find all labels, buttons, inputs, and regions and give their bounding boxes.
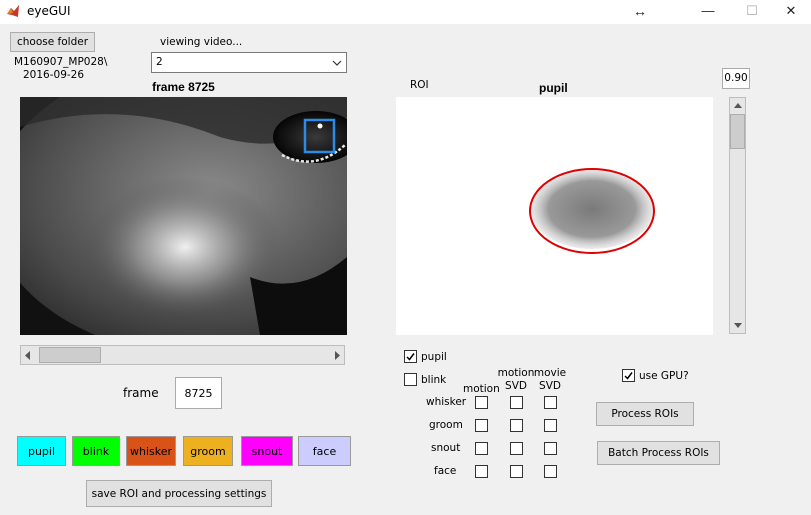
blink-roi-button[interactable]: blink — [72, 436, 120, 466]
choose-folder-button[interactable]: choose folder — [10, 32, 95, 52]
use-gpu-checkbox[interactable] — [622, 369, 635, 382]
slider-right-arrow-icon[interactable] — [335, 351, 341, 360]
folder-path-label: M160907_MP028\ — [14, 56, 108, 68]
snout-motion-checkbox[interactable] — [475, 442, 488, 455]
whisker-row-label: whisker — [426, 396, 467, 408]
slider-thumb[interactable] — [39, 347, 101, 363]
groom-roi-button[interactable]: groom — [183, 436, 233, 466]
face-motion-svd-checkbox[interactable] — [510, 465, 523, 478]
roi-label: ROI — [410, 79, 429, 91]
close-button[interactable]: ✕ — [771, 0, 811, 24]
slider-up-arrow-icon[interactable] — [734, 103, 742, 109]
frame-slider[interactable] — [20, 345, 345, 365]
minimize-button[interactable]: — — [688, 0, 728, 24]
check-icon — [624, 372, 633, 380]
roi-view-title: pupil — [539, 81, 568, 95]
video-select[interactable]: 2 — [151, 52, 347, 73]
snout-motion-svd-checkbox[interactable] — [510, 442, 523, 455]
blink-checkbox-label: blink — [421, 374, 447, 386]
whisker-movie-svd-checkbox[interactable] — [544, 396, 557, 409]
whisker-motion-svd-checkbox[interactable] — [510, 396, 523, 409]
threshold-value[interactable]: 0.90 — [722, 68, 750, 89]
face-movie-svd-checkbox[interactable] — [544, 465, 557, 478]
groom-motion-svd-checkbox[interactable] — [510, 419, 523, 432]
pupil-roi-image — [529, 168, 655, 254]
maximize-button[interactable]: ☐ — [732, 0, 772, 24]
groom-row-label: groom — [429, 419, 463, 431]
face-motion-checkbox[interactable] — [475, 465, 488, 478]
snout-movie-svd-checkbox[interactable] — [544, 442, 557, 455]
frame-label: frame — [123, 386, 159, 400]
viewing-video-label: viewing video... — [160, 36, 243, 48]
blink-checkbox[interactable] — [404, 373, 417, 386]
batch-process-rois-button[interactable]: Batch Process ROIs — [597, 441, 720, 465]
matlab-icon — [7, 5, 19, 17]
face-row-label: face — [434, 465, 457, 477]
frame-title: frame 8725 — [152, 80, 215, 94]
whisker-roi-button[interactable]: whisker — [126, 436, 176, 466]
groom-motion-checkbox[interactable] — [475, 419, 488, 432]
frame-number-input[interactable] — [175, 377, 222, 409]
groom-movie-svd-checkbox[interactable] — [544, 419, 557, 432]
video-select-value: 2 — [156, 56, 163, 68]
frame-image[interactable] — [20, 97, 347, 335]
resize-cursor-icon: ↔ — [633, 3, 647, 19]
slider-left-arrow-icon[interactable] — [25, 351, 31, 360]
whisker-motion-checkbox[interactable] — [475, 396, 488, 409]
slider-down-arrow-icon[interactable] — [734, 323, 742, 329]
face-roi-button[interactable]: face — [298, 436, 351, 466]
pupil-checkbox[interactable] — [404, 350, 417, 363]
pupil-roi-button[interactable]: pupil — [17, 436, 66, 466]
threshold-slider[interactable] — [729, 97, 746, 334]
window-title: eyeGUI — [27, 4, 71, 18]
mouse-face-image — [20, 97, 347, 335]
process-rois-button[interactable]: Process ROIs — [596, 402, 694, 426]
threshold-slider-thumb[interactable] — [730, 114, 745, 149]
chevron-down-icon — [332, 60, 342, 66]
check-icon — [406, 353, 415, 361]
save-roi-settings-button[interactable]: save ROI and processing settings — [86, 480, 272, 507]
motion-column-header: motion — [463, 383, 500, 395]
movie-svd-column-header: movie SVD — [533, 367, 567, 392]
pupil-checkbox-label: pupil — [421, 351, 447, 363]
use-gpu-label: use GPU? — [639, 370, 689, 382]
roi-image[interactable] — [396, 97, 713, 335]
snout-roi-button[interactable]: snout — [241, 436, 293, 466]
snout-row-label: snout — [431, 442, 461, 454]
